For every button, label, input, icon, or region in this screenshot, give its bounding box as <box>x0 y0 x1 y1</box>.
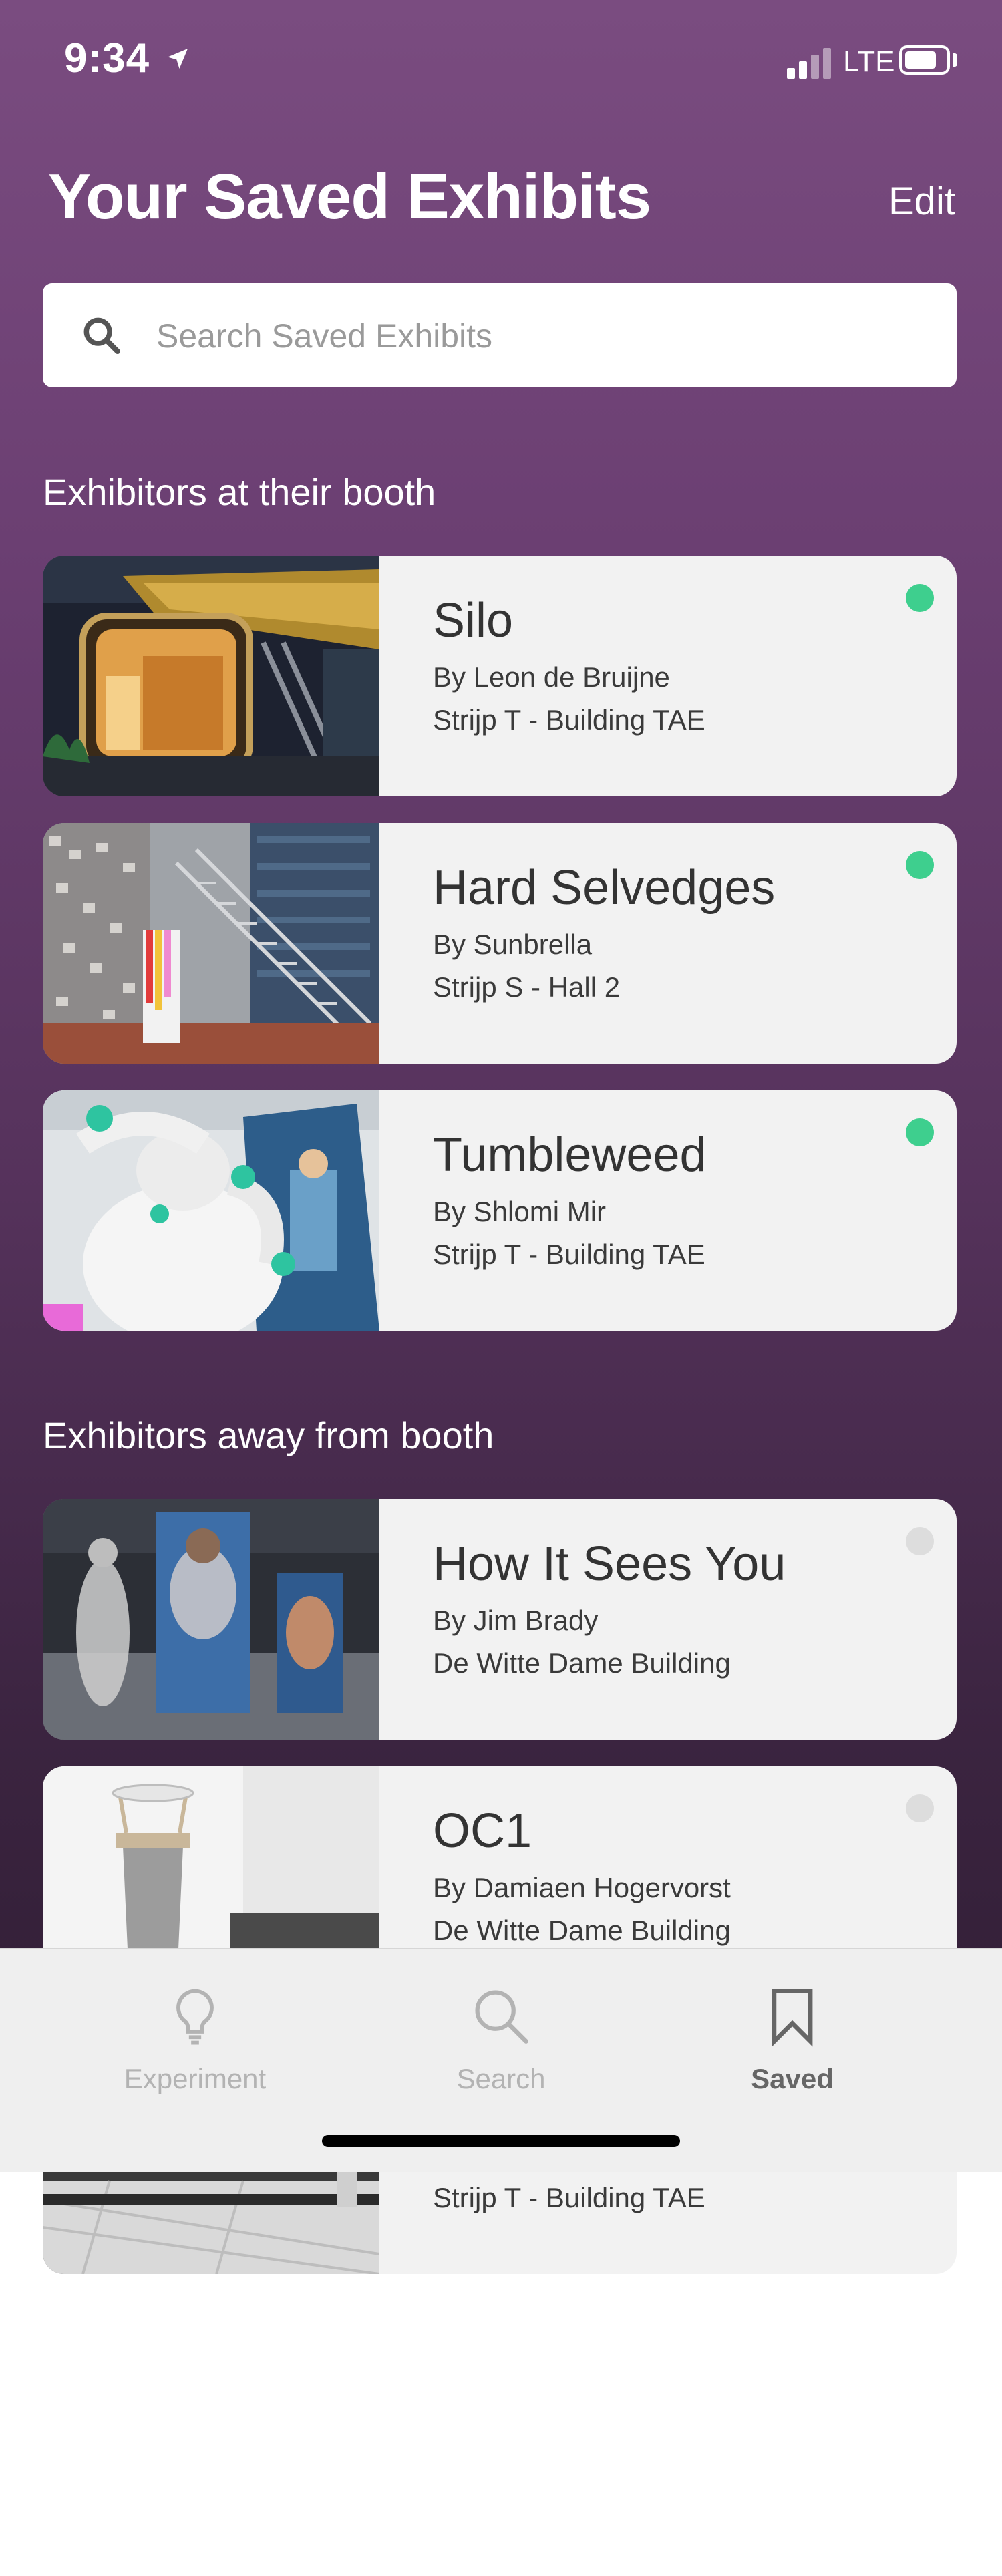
search-bar[interactable] <box>43 283 957 387</box>
tab-saved-label: Saved <box>751 2063 834 2094</box>
at-booth-status-dot <box>906 1118 934 1146</box>
bookmark-icon <box>772 1989 813 2047</box>
at-booth-status-dot <box>906 851 934 879</box>
exhibit-card-silo[interactable]: Silo By Leon de Bruijne Strijp T - Build… <box>43 556 957 796</box>
exhibit-author: By Jim Brady <box>433 1605 599 1636</box>
tab-saved[interactable]: Saved <box>692 1949 892 2110</box>
search-icon <box>84 317 120 354</box>
exhibit-card-hard-selvedges[interactable]: Hard Selvedges By Sunbrella Strijp S - H… <box>43 823 957 1064</box>
exhibit-card-tumbleweed[interactable]: Tumbleweed By Shlomi Mir Strijp T - Buil… <box>43 1090 957 1331</box>
exhibit-location: Strijp T - Building TAE <box>433 1239 705 1270</box>
search-input[interactable] <box>155 303 926 369</box>
exhibit-title: OC1 <box>433 1804 532 1858</box>
tab-experiment[interactable]: Experiment <box>95 1949 295 2110</box>
exhibit-location: Strijp S - Hall 2 <box>433 971 621 1003</box>
exhibit-title: How It Sees You <box>433 1537 786 1591</box>
status-time: 9:34 <box>64 35 150 82</box>
saved-exhibits-screen: 9:34 LTE Your Saved Exhibits Edit Exhibi… <box>0 0 1002 2576</box>
section-heading-away: Exhibitors away from booth <box>43 1414 494 1456</box>
exhibit-location: Strijp T - Building TAE <box>433 704 705 736</box>
lightbulb-icon <box>176 1989 214 2045</box>
status-bar: 9:34 LTE <box>0 0 1002 127</box>
exhibit-title: Tumbleweed <box>433 1128 707 1182</box>
battery-icon <box>899 45 950 75</box>
exhibit-location: De Witte Dame Building <box>433 1647 731 1679</box>
exhibit-author: By Damiaen Hogervorst <box>433 1872 731 1903</box>
exhibit-author: By Sunbrella <box>433 929 593 960</box>
network-type: LTE <box>843 45 895 78</box>
exhibit-image-how-it-sees-you <box>43 1499 379 1740</box>
tab-experiment-label: Experiment <box>124 2063 267 2094</box>
exhibit-location: Strijp T - Building TAE <box>433 2182 705 2213</box>
cellular-signal-icon <box>787 47 834 79</box>
away-status-dot <box>906 1794 934 1822</box>
at-booth-status-dot <box>906 584 934 612</box>
exhibit-title: Hard Selvedges <box>433 861 776 915</box>
exhibit-image-hard-selvedges <box>43 823 379 1064</box>
exhibit-author: By Leon de Bruijne <box>433 661 670 693</box>
section-heading-at-booth: Exhibitors at their booth <box>43 471 436 513</box>
exhibit-location: De Witte Dame Building <box>433 1915 731 1946</box>
exhibit-image-silo <box>43 556 379 796</box>
exhibit-title: Silo <box>433 594 514 647</box>
exhibit-author: By Shlomi Mir <box>433 1196 607 1227</box>
exhibit-image-tumbleweed <box>43 1090 379 1331</box>
page-title: Your Saved Exhibits <box>48 161 651 232</box>
location-arrow-icon <box>168 49 188 69</box>
exhibit-card-how-it-sees-you[interactable]: How It Sees You By Jim Brady De Witte Da… <box>43 1499 957 1740</box>
away-status-dot <box>906 1527 934 1555</box>
edit-button[interactable]: Edit <box>888 179 955 224</box>
search-icon <box>475 1990 528 2044</box>
tab-search-label: Search <box>456 2063 546 2094</box>
battery-tip <box>953 53 957 67</box>
tab-search[interactable]: Search <box>401 1949 601 2110</box>
home-indicator <box>322 2135 680 2147</box>
